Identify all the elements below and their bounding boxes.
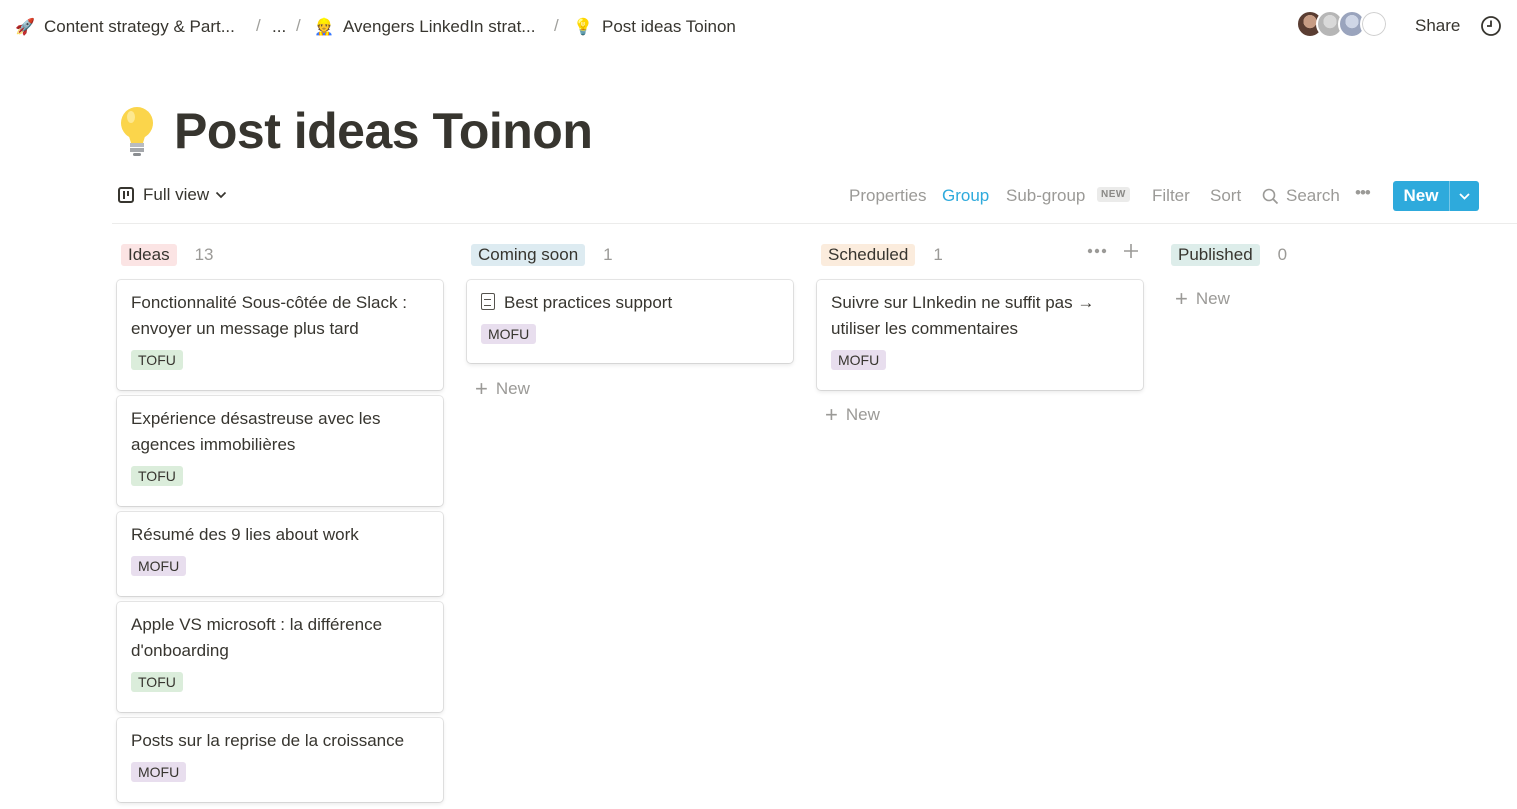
plus-icon[interactable] bbox=[1123, 243, 1139, 259]
new-button[interactable]: New bbox=[1393, 181, 1479, 211]
column-label: Ideas bbox=[121, 244, 177, 266]
column-header-published[interactable]: Published 0 bbox=[1171, 243, 1287, 267]
board-card[interactable]: Fonctionnalité Sous-côtée de Slack : env… bbox=[117, 280, 443, 390]
new-button-label: New bbox=[1403, 186, 1439, 205]
card-tag: TOFU bbox=[131, 672, 183, 692]
add-new-label: New bbox=[495, 379, 530, 398]
card-title: Apple VS microsoft : la différence d'onb… bbox=[131, 615, 383, 660]
new-feature-badge: NEW bbox=[1097, 187, 1130, 202]
search-icon[interactable] bbox=[1262, 188, 1279, 205]
column-header-ideas[interactable]: Ideas 13 bbox=[121, 243, 214, 267]
add-new-label: New bbox=[845, 405, 880, 424]
column-actions bbox=[1087, 243, 1139, 259]
add-new-card-button[interactable]: + New bbox=[825, 404, 880, 426]
breadcrumb-label: ... bbox=[272, 17, 287, 36]
column-header-scheduled[interactable]: Scheduled 1 bbox=[821, 243, 943, 267]
breadcrumb-item-avengers[interactable]: 👷 Avengers LinkedIn strat... bbox=[313, 16, 535, 38]
breadcrumb-separator: / bbox=[256, 16, 261, 35]
plus-icon: + bbox=[825, 402, 838, 427]
column-label: Published bbox=[1171, 244, 1260, 266]
view-selector[interactable]: Full view bbox=[118, 185, 227, 205]
filter-button[interactable]: Filter bbox=[1152, 186, 1190, 206]
column-count: 0 bbox=[1277, 245, 1288, 264]
add-new-label: New bbox=[1195, 289, 1230, 308]
card-tag: TOFU bbox=[131, 466, 183, 486]
column-count: 13 bbox=[194, 245, 214, 264]
rocket-icon: 🚀 bbox=[15, 19, 35, 36]
group-button[interactable]: Group bbox=[942, 186, 989, 206]
board-card[interactable]: Posts sur la reprise de la croissance MO… bbox=[117, 718, 443, 802]
column-label: Scheduled bbox=[821, 244, 916, 266]
breadcrumb-item-ellipsis[interactable]: ... bbox=[272, 16, 286, 38]
card-title: Posts sur la reprise de la croissance bbox=[131, 731, 405, 750]
page-header: Post ideas Toinon bbox=[112, 96, 593, 166]
breadcrumb-label: Post ideas Toinon bbox=[602, 17, 736, 36]
card-title: Fonctionnalité Sous-côtée de Slack : env… bbox=[131, 293, 407, 338]
card-tag: MOFU bbox=[131, 556, 187, 576]
breadcrumb-item-post-ideas[interactable]: 💡 Post ideas Toinon bbox=[572, 16, 736, 38]
sort-button[interactable]: Sort bbox=[1210, 186, 1241, 206]
board-view-icon bbox=[118, 187, 134, 203]
add-new-card-button[interactable]: + New bbox=[1175, 288, 1230, 310]
plus-icon: + bbox=[475, 376, 488, 401]
plus-icon: + bbox=[1175, 286, 1188, 311]
column-count: 1 bbox=[603, 245, 613, 264]
breadcrumb-separator: / bbox=[296, 16, 301, 35]
card-tag: TOFU bbox=[131, 350, 183, 370]
breadcrumb-label: Avengers LinkedIn strat... bbox=[343, 17, 536, 36]
board-card[interactable]: Expérience désastreuse avec les agences … bbox=[117, 396, 443, 506]
card-tag: MOFU bbox=[831, 350, 887, 370]
top-bar: 🚀 Content strategy & Part... / ... / 👷 A… bbox=[0, 0, 1517, 52]
more-options-icon[interactable] bbox=[1087, 248, 1107, 254]
page-title: Post ideas Toinon bbox=[174, 103, 593, 159]
card-title: Résumé des 9 lies about work bbox=[131, 525, 359, 544]
column-count: 1 bbox=[933, 245, 943, 264]
document-icon bbox=[481, 293, 495, 310]
add-new-card-button[interactable]: + New bbox=[475, 378, 530, 400]
board-card[interactable]: Apple VS microsoft : la différence d'onb… bbox=[117, 602, 443, 712]
column-label: Coming soon bbox=[471, 244, 586, 266]
chevron-down-icon[interactable] bbox=[1449, 181, 1479, 211]
clock-icon[interactable] bbox=[1480, 15, 1502, 37]
breadcrumb-separator: / bbox=[554, 16, 559, 35]
construction-worker-icon: 👷 bbox=[314, 19, 334, 36]
share-button[interactable]: Share bbox=[1415, 16, 1460, 36]
more-options-icon[interactable]: ••• bbox=[1355, 183, 1371, 203]
card-title: Suivre sur LInkedin ne suffit pas → util… bbox=[831, 293, 1095, 338]
collaborator-avatars[interactable] bbox=[1296, 10, 1396, 40]
card-title-text: Best practices support bbox=[504, 293, 673, 312]
board-card[interactable]: Best practices support MOFU bbox=[467, 280, 793, 363]
breadcrumb-label: Content strategy & Part... bbox=[44, 17, 235, 36]
view-label: Full view bbox=[143, 185, 210, 204]
board-card[interactable]: Résumé des 9 lies about work MOFU bbox=[117, 512, 443, 596]
board-card[interactable]: Suivre sur LInkedin ne suffit pas → util… bbox=[817, 280, 1143, 390]
view-toolbar: Full view Properties Group Sub-group NEW… bbox=[112, 178, 1517, 224]
lightbulb-icon: 💡 bbox=[573, 19, 593, 36]
search-button[interactable]: Search bbox=[1286, 186, 1340, 206]
chevron-down-icon bbox=[216, 191, 227, 199]
properties-button[interactable]: Properties bbox=[849, 186, 926, 206]
card-title: Best practices support bbox=[481, 290, 780, 316]
card-tag: MOFU bbox=[131, 762, 187, 782]
column-header-coming-soon[interactable]: Coming soon 1 bbox=[471, 243, 613, 267]
breadcrumb-item-content-strategy[interactable]: 🚀 Content strategy & Part... bbox=[14, 16, 235, 38]
card-title: Expérience désastreuse avec les agences … bbox=[131, 409, 381, 454]
avatar bbox=[1360, 10, 1388, 38]
lightbulb-icon bbox=[121, 107, 153, 156]
subgroup-button[interactable]: Sub-group bbox=[1006, 186, 1085, 206]
card-tag: MOFU bbox=[481, 324, 537, 344]
